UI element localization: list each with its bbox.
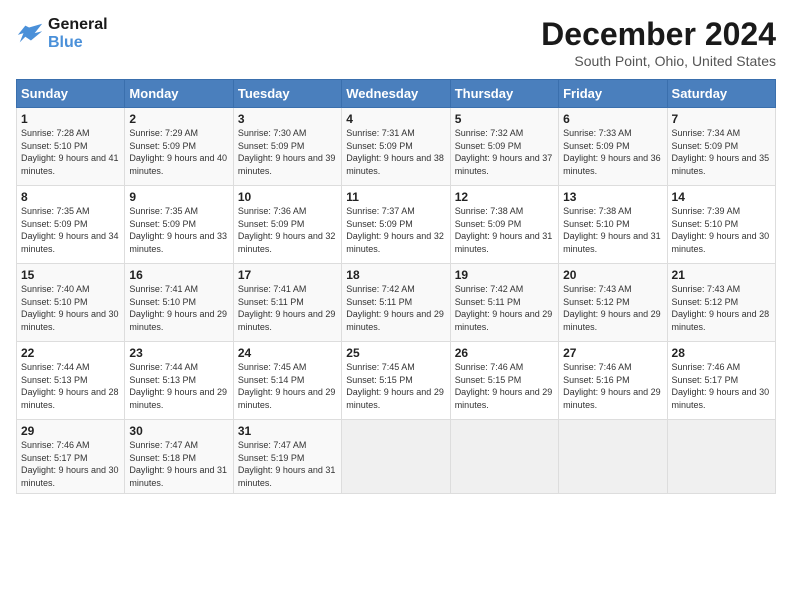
header-section: General Blue December 2024 South Point, … — [16, 16, 776, 69]
table-row — [450, 420, 558, 494]
table-row — [342, 420, 450, 494]
table-row — [667, 420, 775, 494]
calendar-week-row: 22Sunrise: 7:44 AMSunset: 5:13 PMDayligh… — [17, 342, 776, 420]
calendar-container: General Blue December 2024 South Point, … — [0, 0, 792, 502]
table-row: 21Sunrise: 7:43 AMSunset: 5:12 PMDayligh… — [667, 264, 775, 342]
table-row: 31Sunrise: 7:47 AMSunset: 5:19 PMDayligh… — [233, 420, 341, 494]
calendar-title: December 2024 — [541, 16, 776, 53]
calendar-header-row: Sunday Monday Tuesday Wednesday Thursday… — [17, 80, 776, 108]
col-thursday: Thursday — [450, 80, 558, 108]
calendar-week-row: 8Sunrise: 7:35 AMSunset: 5:09 PMDaylight… — [17, 186, 776, 264]
col-sunday: Sunday — [17, 80, 125, 108]
table-row: 12Sunrise: 7:38 AMSunset: 5:09 PMDayligh… — [450, 186, 558, 264]
table-row: 13Sunrise: 7:38 AMSunset: 5:10 PMDayligh… — [559, 186, 667, 264]
table-row: 4Sunrise: 7:31 AMSunset: 5:09 PMDaylight… — [342, 108, 450, 186]
col-wednesday: Wednesday — [342, 80, 450, 108]
table-row: 19Sunrise: 7:42 AMSunset: 5:11 PMDayligh… — [450, 264, 558, 342]
col-tuesday: Tuesday — [233, 80, 341, 108]
calendar-week-row: 1Sunrise: 7:28 AMSunset: 5:10 PMDaylight… — [17, 108, 776, 186]
table-row: 9Sunrise: 7:35 AMSunset: 5:09 PMDaylight… — [125, 186, 233, 264]
calendar-week-row: 15Sunrise: 7:40 AMSunset: 5:10 PMDayligh… — [17, 264, 776, 342]
col-saturday: Saturday — [667, 80, 775, 108]
table-row: 29Sunrise: 7:46 AMSunset: 5:17 PMDayligh… — [17, 420, 125, 494]
table-row: 3Sunrise: 7:30 AMSunset: 5:09 PMDaylight… — [233, 108, 341, 186]
table-row: 16Sunrise: 7:41 AMSunset: 5:10 PMDayligh… — [125, 264, 233, 342]
table-row: 25Sunrise: 7:45 AMSunset: 5:15 PMDayligh… — [342, 342, 450, 420]
logo-line1: General — [48, 16, 108, 34]
table-row — [559, 420, 667, 494]
calendar-subtitle: South Point, Ohio, United States — [541, 53, 776, 69]
table-row: 27Sunrise: 7:46 AMSunset: 5:16 PMDayligh… — [559, 342, 667, 420]
table-row: 11Sunrise: 7:37 AMSunset: 5:09 PMDayligh… — [342, 186, 450, 264]
logo-line2: Blue — [48, 34, 108, 52]
col-monday: Monday — [125, 80, 233, 108]
table-row: 18Sunrise: 7:42 AMSunset: 5:11 PMDayligh… — [342, 264, 450, 342]
table-row: 15Sunrise: 7:40 AMSunset: 5:10 PMDayligh… — [17, 264, 125, 342]
table-row: 1Sunrise: 7:28 AMSunset: 5:10 PMDaylight… — [17, 108, 125, 186]
calendar-week-row: 29Sunrise: 7:46 AMSunset: 5:17 PMDayligh… — [17, 420, 776, 494]
table-row: 30Sunrise: 7:47 AMSunset: 5:18 PMDayligh… — [125, 420, 233, 494]
table-row: 24Sunrise: 7:45 AMSunset: 5:14 PMDayligh… — [233, 342, 341, 420]
col-friday: Friday — [559, 80, 667, 108]
table-row: 20Sunrise: 7:43 AMSunset: 5:12 PMDayligh… — [559, 264, 667, 342]
table-row: 22Sunrise: 7:44 AMSunset: 5:13 PMDayligh… — [17, 342, 125, 420]
title-section: December 2024 South Point, Ohio, United … — [541, 16, 776, 69]
table-row: 10Sunrise: 7:36 AMSunset: 5:09 PMDayligh… — [233, 186, 341, 264]
table-row: 2Sunrise: 7:29 AMSunset: 5:09 PMDaylight… — [125, 108, 233, 186]
table-row: 14Sunrise: 7:39 AMSunset: 5:10 PMDayligh… — [667, 186, 775, 264]
table-row: 23Sunrise: 7:44 AMSunset: 5:13 PMDayligh… — [125, 342, 233, 420]
table-row: 6Sunrise: 7:33 AMSunset: 5:09 PMDaylight… — [559, 108, 667, 186]
logo: General Blue — [16, 16, 108, 51]
table-row: 8Sunrise: 7:35 AMSunset: 5:09 PMDaylight… — [17, 186, 125, 264]
logo-icon — [16, 20, 44, 48]
table-row: 7Sunrise: 7:34 AMSunset: 5:09 PMDaylight… — [667, 108, 775, 186]
table-row: 17Sunrise: 7:41 AMSunset: 5:11 PMDayligh… — [233, 264, 341, 342]
calendar-table: Sunday Monday Tuesday Wednesday Thursday… — [16, 79, 776, 494]
table-row: 5Sunrise: 7:32 AMSunset: 5:09 PMDaylight… — [450, 108, 558, 186]
table-row: 28Sunrise: 7:46 AMSunset: 5:17 PMDayligh… — [667, 342, 775, 420]
table-row: 26Sunrise: 7:46 AMSunset: 5:15 PMDayligh… — [450, 342, 558, 420]
